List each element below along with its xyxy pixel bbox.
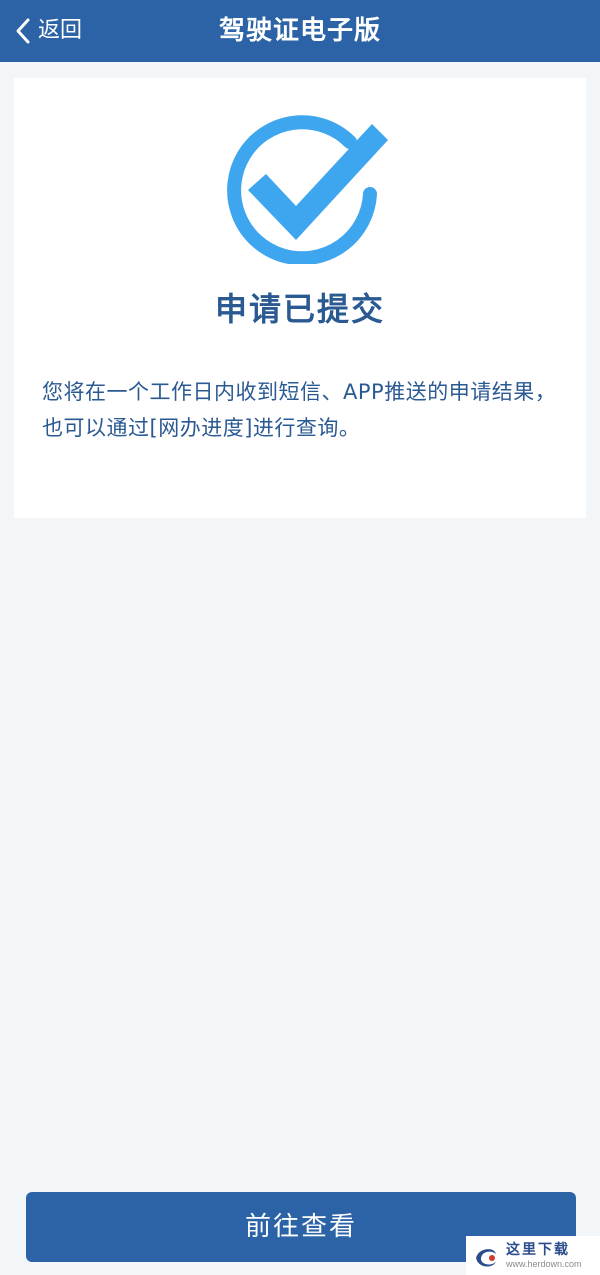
- status-card: 申请已提交 您将在一个工作日内收到短信、APP推送的申请结果，也可以通过[网办进…: [14, 78, 586, 518]
- watermark-text: 这里下载: [506, 1241, 570, 1258]
- swirl-logo-icon: [476, 1248, 496, 1267]
- watermark-url: www.herdown.com: [506, 1258, 582, 1269]
- check-circle-icon: [222, 104, 394, 266]
- status-description: 您将在一个工作日内收到短信、APP推送的申请结果，也可以通过[网办进度]进行查询…: [42, 380, 557, 440]
- status-title: 申请已提交: [214, 290, 385, 328]
- top-nav-bar: 返回 驾驶证电子版: [0, 0, 600, 62]
- page-title: 驾驶证电子版: [218, 16, 381, 46]
- watermark-logo: 这里下载 www.herdown.com: [466, 1236, 600, 1275]
